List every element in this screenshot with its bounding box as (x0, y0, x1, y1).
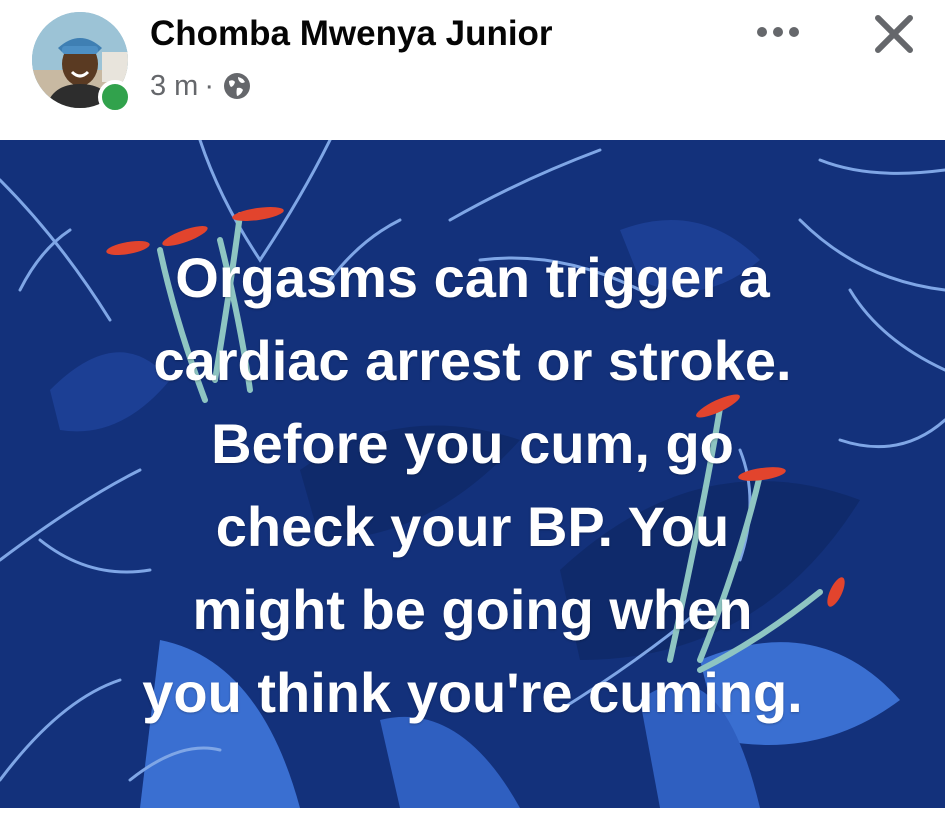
post-footer (0, 808, 945, 835)
post-text-line: might be going when (192, 578, 753, 641)
author-name[interactable]: Chomba Mwenya Junior (150, 14, 553, 54)
post-text-line: you think you're cuming. (142, 661, 803, 724)
meta-separator: · (204, 69, 215, 102)
globe-icon[interactable] (222, 71, 252, 101)
post-image[interactable]: Orgasms can trigger a cardiac arrest or … (0, 140, 945, 808)
more-options-button[interactable] (748, 14, 808, 50)
post-text: Orgasms can trigger a cardiac arrest or … (0, 236, 945, 734)
post-text-line: Orgasms can trigger a (175, 246, 770, 309)
more-options-icon (757, 27, 799, 37)
online-status-indicator (98, 80, 132, 114)
post-meta: 3 m · (150, 68, 252, 104)
post-text-line: cardiac arrest or stroke. (153, 329, 792, 392)
post-text-line: Before you cum, go (211, 412, 734, 475)
close-button[interactable] (868, 8, 920, 60)
post-time[interactable]: 3 m (150, 70, 198, 103)
post-text-line: check your BP. You (215, 495, 730, 558)
facebook-post: Chomba Mwenya Junior 3 m · Orgasms can t… (0, 0, 945, 835)
post-header: Chomba Mwenya Junior 3 m · (0, 0, 945, 140)
close-icon (875, 15, 913, 53)
